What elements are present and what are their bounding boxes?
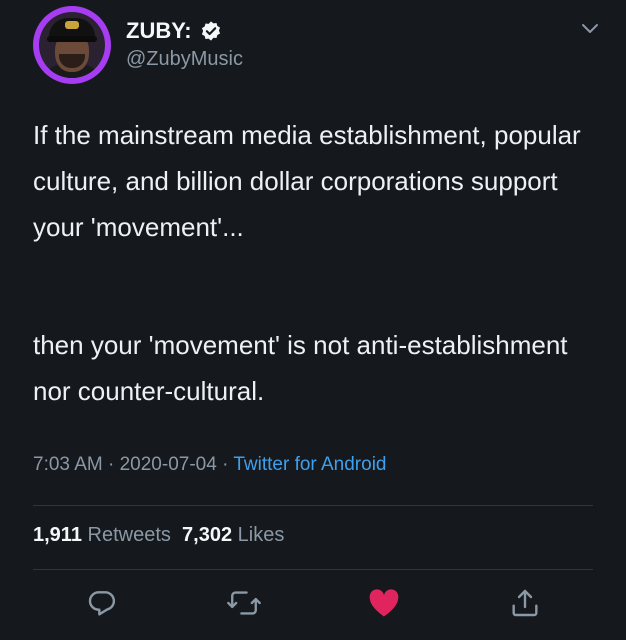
like-button[interactable] bbox=[367, 587, 401, 624]
verified-badge-icon bbox=[200, 20, 222, 42]
meta-separator: · bbox=[222, 454, 229, 475]
like-heart-icon bbox=[369, 589, 399, 617]
divider bbox=[33, 569, 593, 570]
likes-count: 7,302 bbox=[182, 524, 233, 546]
engagement-stats: 1,911 Retweets 7,302 Likes bbox=[33, 524, 284, 547]
share-icon bbox=[512, 589, 538, 617]
author-name[interactable]: ZUBY: bbox=[126, 18, 192, 44]
meta-separator: · bbox=[108, 454, 115, 475]
divider bbox=[33, 505, 593, 506]
tweet-text-paragraph-2: then your 'movement' is not anti-establi… bbox=[33, 330, 568, 406]
tweet-meta: 7:03 AM · 2020-07-04 · Twitter for Andro… bbox=[33, 454, 386, 476]
tweet-text-paragraph-1: If the mainstream media establishment, p… bbox=[33, 120, 581, 242]
likes-label: Likes bbox=[237, 524, 285, 546]
tweet-date[interactable]: 2020-07-04 bbox=[120, 454, 217, 475]
retweet-button[interactable] bbox=[227, 587, 261, 624]
tweet-time[interactable]: 7:03 AM bbox=[33, 454, 103, 475]
author-handle[interactable]: @ZubyMusic bbox=[126, 48, 243, 71]
reply-icon bbox=[88, 591, 116, 616]
avatar-photo bbox=[39, 12, 105, 78]
retweets-count: 1,911 bbox=[33, 524, 82, 546]
chevron-down-icon[interactable] bbox=[580, 22, 600, 41]
retweet-icon bbox=[227, 591, 261, 615]
avatar[interactable] bbox=[33, 6, 111, 84]
reply-button[interactable] bbox=[86, 587, 118, 624]
tweet-source-link[interactable]: Twitter for Android bbox=[233, 454, 386, 475]
retweets-label: Retweets bbox=[87, 524, 171, 546]
likes-stat[interactable]: 7,302 Likes bbox=[182, 524, 284, 546]
retweets-stat[interactable]: 1,911 Retweets bbox=[33, 524, 171, 546]
share-button[interactable] bbox=[509, 587, 541, 624]
author-name-row[interactable]: ZUBY: bbox=[126, 18, 222, 44]
